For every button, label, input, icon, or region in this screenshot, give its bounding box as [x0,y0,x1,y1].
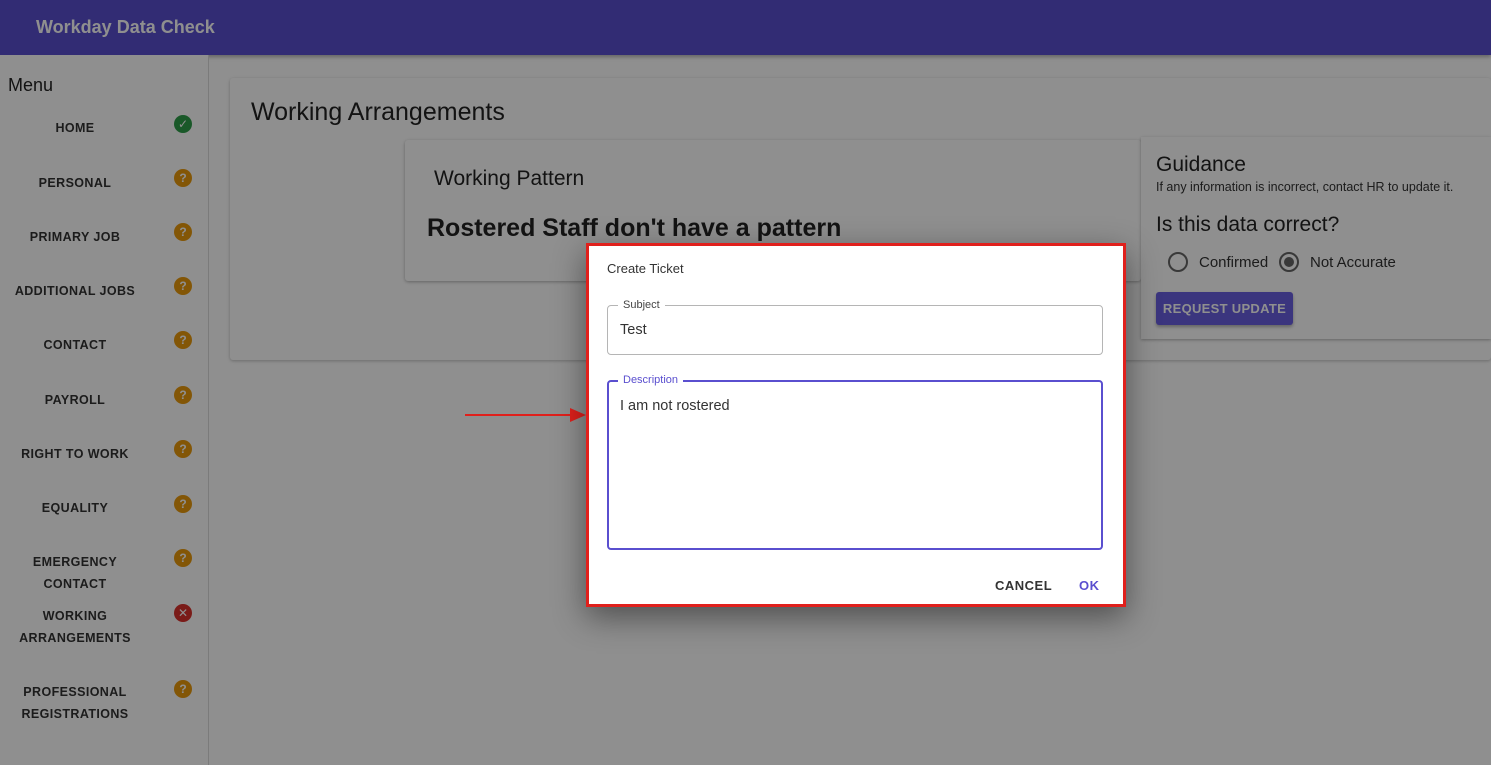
annotation-arrow-line [465,414,573,416]
create-ticket-dialog: Create Ticket Subject Test Description I… [586,243,1126,607]
subject-field[interactable]: Subject Test [607,298,1103,355]
annotation-arrow-head [570,408,586,422]
description-label: Description [618,373,684,387]
subject-label: Subject [618,298,665,312]
ok-button[interactable]: OK [1079,578,1100,593]
dialog-title: Create Ticket [607,261,684,276]
subject-input[interactable]: Test [620,322,647,338]
description-field[interactable]: Description I am not rostered [607,373,1103,550]
description-textarea[interactable]: I am not rostered [620,398,730,414]
cancel-button[interactable]: CANCEL [995,578,1052,593]
